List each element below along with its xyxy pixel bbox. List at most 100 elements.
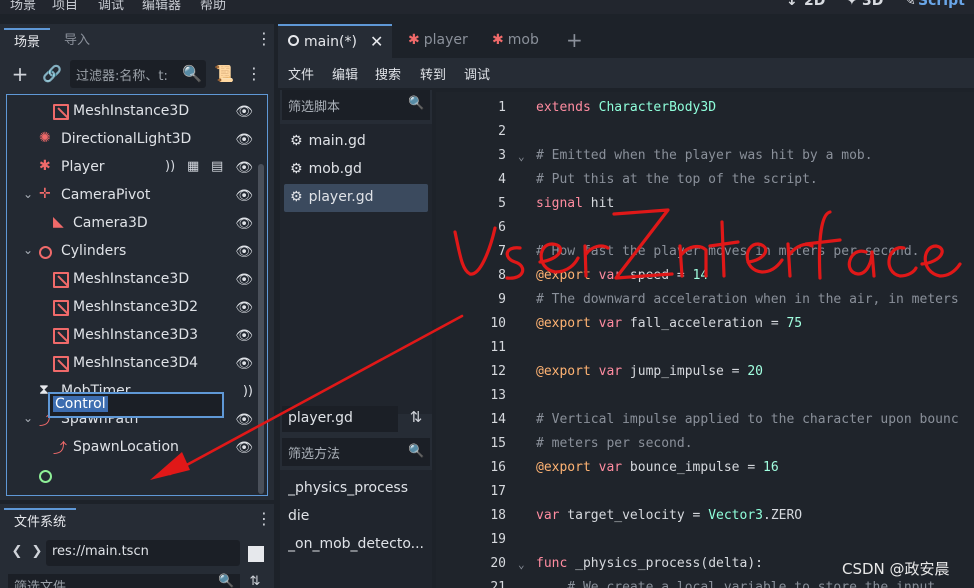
visibility-eye-icon[interactable]: 👁 xyxy=(235,356,253,372)
code-line[interactable]: @export var fall_acceleration = 75 xyxy=(536,316,802,331)
menu-project[interactable]: 项目 xyxy=(52,0,78,13)
close-icon[interactable]: ✕ xyxy=(370,26,383,58)
tab-player-script[interactable]: ✱ player xyxy=(398,24,478,58)
code-line[interactable]: @export var speed = 14 xyxy=(536,268,708,283)
tree-row[interactable]: MeshInstance3D 👁 xyxy=(7,267,257,295)
menu-edit[interactable]: 编辑 xyxy=(332,64,358,83)
visibility-eye-icon[interactable]: 👁 xyxy=(235,216,253,232)
file-filter-input[interactable]: 筛选文件 xyxy=(8,574,240,588)
forward-icon[interactable]: ❯ xyxy=(30,544,44,559)
filesystem-dock: 文件系统 ⋮ ❮ ❯ res://main.tscn 筛选文件 🔍 ⇅ xyxy=(0,504,274,588)
sort-icon[interactable]: ⇅ xyxy=(406,408,426,426)
sort-icon[interactable]: ⇅ xyxy=(246,574,264,588)
add-tab-icon[interactable]: + xyxy=(556,24,593,58)
dock-menu-icon[interactable]: ⋮ xyxy=(256,509,272,528)
scene-tree-scrollbar[interactable] xyxy=(258,164,264,494)
tree-row[interactable]: MeshInstance3D 👁 xyxy=(7,99,257,127)
tree-row[interactable]: MeshInstance3D2 👁 xyxy=(7,295,257,323)
chevron-down-icon[interactable]: ⌄ xyxy=(23,411,33,425)
chevron-down-icon[interactable]: ⌄ xyxy=(23,187,33,201)
menu-debug[interactable]: 调试 xyxy=(98,0,124,13)
toggle-view-icon[interactable] xyxy=(248,546,264,562)
visibility-eye-icon[interactable]: 👁 xyxy=(235,188,253,204)
method-item[interactable]: _physics_process xyxy=(288,480,424,496)
tab-main-script[interactable]: main(*) ✕ xyxy=(278,24,392,58)
back-icon[interactable]: ❮ xyxy=(10,544,24,559)
view-3d-button[interactable]: 3D xyxy=(862,0,883,9)
tree-row[interactable]: MeshInstance3D4 👁 xyxy=(7,351,257,379)
tree-row-editing[interactable] xyxy=(7,463,257,491)
menu-help[interactable]: 帮助 xyxy=(200,0,226,13)
view-script-button[interactable]: Script xyxy=(918,0,965,9)
visibility-eye-icon[interactable]: 👁 xyxy=(235,272,253,288)
code-line[interactable]: var target_velocity = Vector3.ZERO xyxy=(536,508,802,523)
tab-import[interactable]: 导入 xyxy=(54,28,100,54)
tree-row[interactable]: ◣ Camera3D 👁 xyxy=(7,211,257,239)
view-2d-button[interactable]: 2D xyxy=(804,0,825,9)
tree-row[interactable]: MeshInstance3D3 👁 xyxy=(7,323,257,351)
visibility-eye-icon[interactable]: 👁 xyxy=(235,104,253,120)
method-item[interactable]: die xyxy=(288,508,424,524)
tree-row[interactable]: ⌄ Cylinders 👁 xyxy=(7,239,257,267)
signal-icon[interactable]: )) xyxy=(165,159,175,174)
code-line[interactable]: extends CharacterBody3D xyxy=(536,100,716,115)
method-item[interactable]: _on_mob_detecto... xyxy=(288,536,424,552)
line-number: 21 xyxy=(490,580,506,588)
menu-goto[interactable]: 转到 xyxy=(420,64,446,83)
code-line[interactable]: signal hit xyxy=(536,196,614,211)
tab-filesystem[interactable]: 文件系统 xyxy=(4,508,77,534)
attach-script-icon[interactable]: 📜 xyxy=(214,64,234,83)
code-line[interactable]: # The downward acceleration when in the … xyxy=(536,292,959,307)
tree-row[interactable]: ⌄ ✛ CameraPivot 👁 xyxy=(7,183,257,211)
signal-icon[interactable]: )) xyxy=(243,384,253,399)
visibility-eye-icon[interactable]: 👁 xyxy=(235,328,253,344)
code-line[interactable]: # Vertical impulse applied to the charac… xyxy=(536,412,959,427)
script-item-player[interactable]: ⚙ player.gd xyxy=(284,184,428,212)
instance-icon[interactable]: ▦ xyxy=(187,159,199,174)
code-line[interactable]: func _physics_process(delta): xyxy=(536,556,763,571)
scene-options-icon[interactable]: ⋮ xyxy=(246,64,262,83)
tree-row[interactable]: ⤴ SpawnLocation 👁 xyxy=(7,435,257,463)
node-rename-input[interactable]: Control xyxy=(48,392,224,418)
visibility-eye-icon[interactable]: 👁 xyxy=(235,160,253,176)
code-line[interactable]: # Emitted when the player was hit by a m… xyxy=(536,148,873,163)
code-editor[interactable]: 1 extends CharacterBody3D 2 3 ⌄ # Emitted whe… xyxy=(436,92,974,588)
gear-icon: ⚙ xyxy=(290,133,303,149)
node3d-icon xyxy=(288,35,299,46)
current-script-name[interactable]: player.gd xyxy=(282,406,398,432)
menu-scene[interactable]: 场景 xyxy=(10,0,36,13)
tab-mob-script[interactable]: ✱ mob xyxy=(482,24,549,58)
script-item-mob[interactable]: ⚙ mob.gd xyxy=(284,156,428,184)
add-node-icon[interactable]: + xyxy=(10,62,30,86)
fold-chevron-icon[interactable]: ⌄ xyxy=(518,150,525,163)
tree-row[interactable]: ✱ Player )) ▦ ▤ 👁 xyxy=(7,155,257,183)
code-line[interactable]: # We create a local variable to store th… xyxy=(536,580,935,588)
filesystem-path-input[interactable]: res://main.tscn xyxy=(46,540,240,566)
menu-editor[interactable]: 编辑器 xyxy=(142,0,181,13)
menu-debug[interactable]: 调试 xyxy=(464,64,490,83)
code-line[interactable]: # meters per second. xyxy=(536,436,693,451)
tree-row[interactable]: ✺ DirectionalLight3D 👁 xyxy=(7,127,257,155)
code-line[interactable]: @export var jump_impulse = 20 xyxy=(536,364,763,379)
mesh-instance-icon xyxy=(53,300,69,316)
dock-menu-icon[interactable]: ⋮ xyxy=(256,29,272,48)
code-line[interactable]: # Put this at the top of the script. xyxy=(536,172,818,187)
code-line[interactable]: @export var bounce_impulse = 16 xyxy=(536,460,779,475)
visibility-eye-icon[interactable]: 👁 xyxy=(235,300,253,316)
menu-search[interactable]: 搜索 xyxy=(375,64,401,83)
script-item-main[interactable]: ⚙ main.gd xyxy=(284,128,428,156)
node-label: MeshInstance3D xyxy=(73,271,190,287)
node-label: SpawnLocation xyxy=(73,439,179,455)
visibility-eye-icon[interactable]: 👁 xyxy=(235,412,253,428)
script-icon[interactable]: ▤ xyxy=(211,159,223,174)
line-number: 4 xyxy=(498,172,506,187)
visibility-eye-icon[interactable]: 👁 xyxy=(235,244,253,260)
link-icon[interactable]: 🔗 xyxy=(42,64,62,83)
fold-chevron-icon[interactable]: ⌄ xyxy=(518,558,525,571)
visibility-eye-icon[interactable]: 👁 xyxy=(235,440,253,456)
chevron-down-icon[interactable]: ⌄ xyxy=(23,243,33,257)
menu-file[interactable]: 文件 xyxy=(288,64,314,83)
visibility-eye-icon[interactable]: 👁 xyxy=(235,132,253,148)
code-line[interactable]: # How fast the player moves in meters pe… xyxy=(536,244,920,259)
tab-scene[interactable]: 场景 xyxy=(4,28,51,54)
